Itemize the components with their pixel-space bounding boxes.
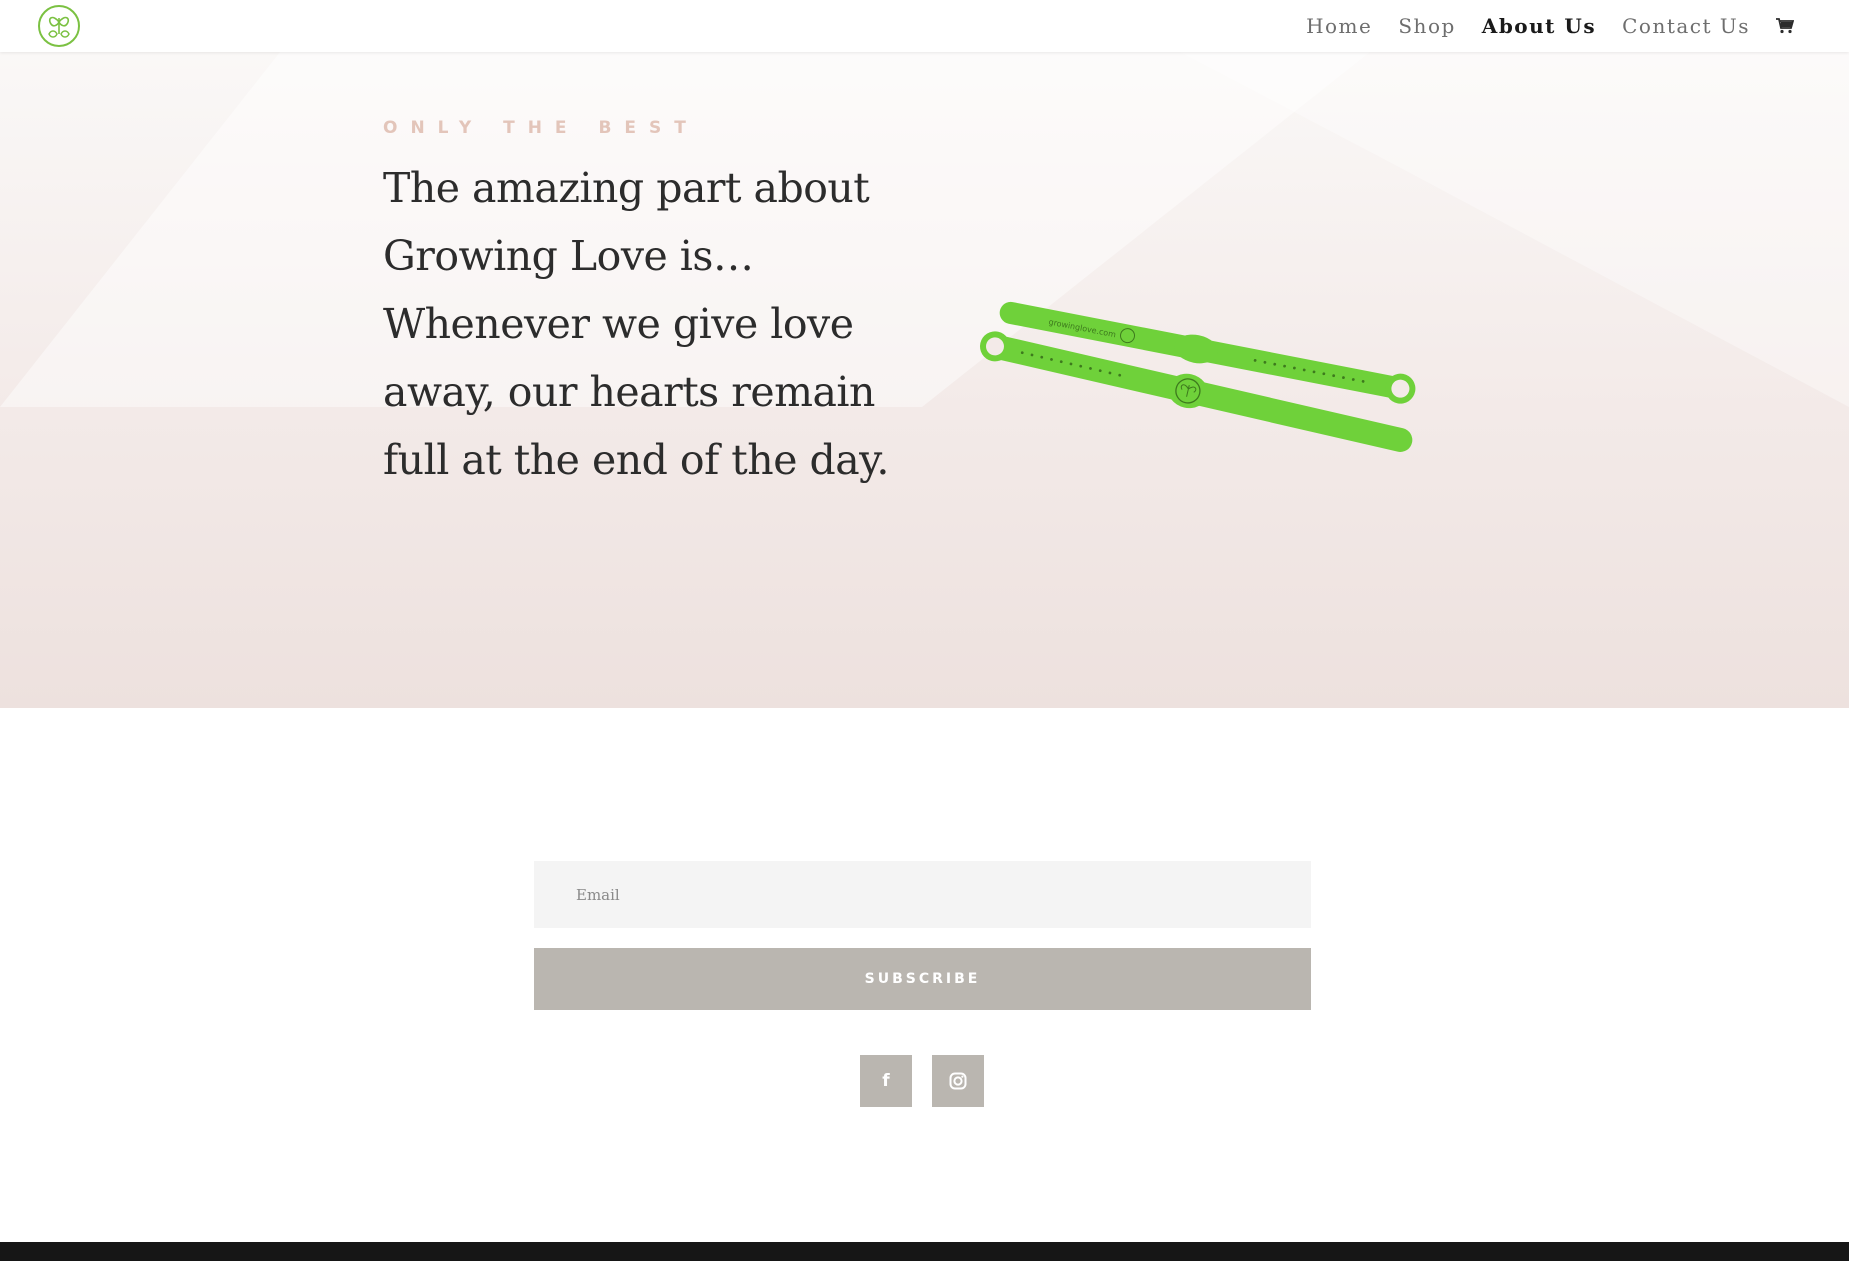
site-footer xyxy=(0,1242,1849,1261)
instagram-button[interactable] xyxy=(932,1055,984,1107)
facebook-icon: f xyxy=(882,1071,890,1091)
facebook-button[interactable]: f xyxy=(860,1055,912,1107)
nav-home[interactable]: Home xyxy=(1306,14,1372,38)
hero-headline: The amazing part about Growing Love is… … xyxy=(383,164,889,484)
site-header: Home Shop About Us Contact Us xyxy=(0,0,1849,52)
hero-section: ONLY THE BEST The amazing part about Gro… xyxy=(0,52,1849,708)
growing-love-logo-icon[interactable] xyxy=(37,4,81,48)
hero-background-shapes xyxy=(0,52,1849,407)
nav-contact-us[interactable]: Contact Us xyxy=(1622,14,1750,38)
green-bracelet-image: growinglove.com xyxy=(979,301,1416,452)
nav-about-us[interactable]: About Us xyxy=(1482,14,1596,38)
nav-shop[interactable]: Shop xyxy=(1398,14,1455,38)
email-input[interactable] xyxy=(534,861,1311,928)
cart-icon[interactable] xyxy=(1776,18,1794,34)
main-nav: Home Shop About Us Contact Us xyxy=(1306,0,1794,52)
subscribe-button[interactable]: SUBSCRIBE xyxy=(534,948,1311,1010)
instagram-icon xyxy=(949,1072,967,1090)
hero-kicker: ONLY THE BEST xyxy=(383,118,699,138)
